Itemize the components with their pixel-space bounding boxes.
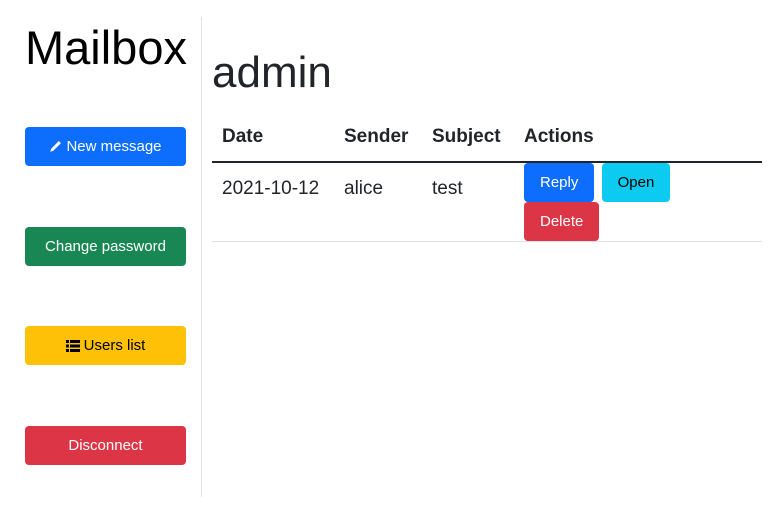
table-row: 2021-10-12 alice test Reply Open Delete: [212, 162, 762, 242]
column-header-sender: Sender: [334, 113, 422, 163]
users-list-label: Users list: [83, 337, 146, 354]
pencil-icon: [49, 140, 62, 153]
column-header-date: Date: [212, 113, 334, 163]
cell-sender: alice: [334, 162, 422, 242]
disconnect-button[interactable]: Disconnect: [25, 426, 186, 465]
new-message-button[interactable]: New message: [25, 127, 186, 166]
users-list-button[interactable]: Users list: [25, 326, 186, 365]
new-message-label: New message: [66, 138, 162, 155]
delete-button[interactable]: Delete: [524, 202, 600, 241]
table-header-row: Date Sender Subject Actions: [212, 113, 762, 163]
app-title: Mailbox: [25, 21, 187, 74]
column-header-actions: Actions: [514, 113, 762, 163]
cell-date: 2021-10-12: [212, 162, 334, 242]
page-title: admin: [212, 48, 332, 97]
messages-table: Date Sender Subject Actions 2021-10-12 a…: [212, 113, 762, 242]
change-password-button[interactable]: Change password: [25, 227, 186, 266]
cell-actions: Reply Open Delete: [514, 162, 762, 242]
reply-button[interactable]: Reply: [524, 163, 595, 202]
change-password-label: Change password: [45, 238, 166, 255]
disconnect-label: Disconnect: [68, 437, 143, 454]
open-button[interactable]: Open: [601, 163, 671, 202]
list-icon: [65, 339, 80, 352]
cell-subject: test: [422, 162, 514, 242]
column-header-subject: Subject: [422, 113, 514, 163]
